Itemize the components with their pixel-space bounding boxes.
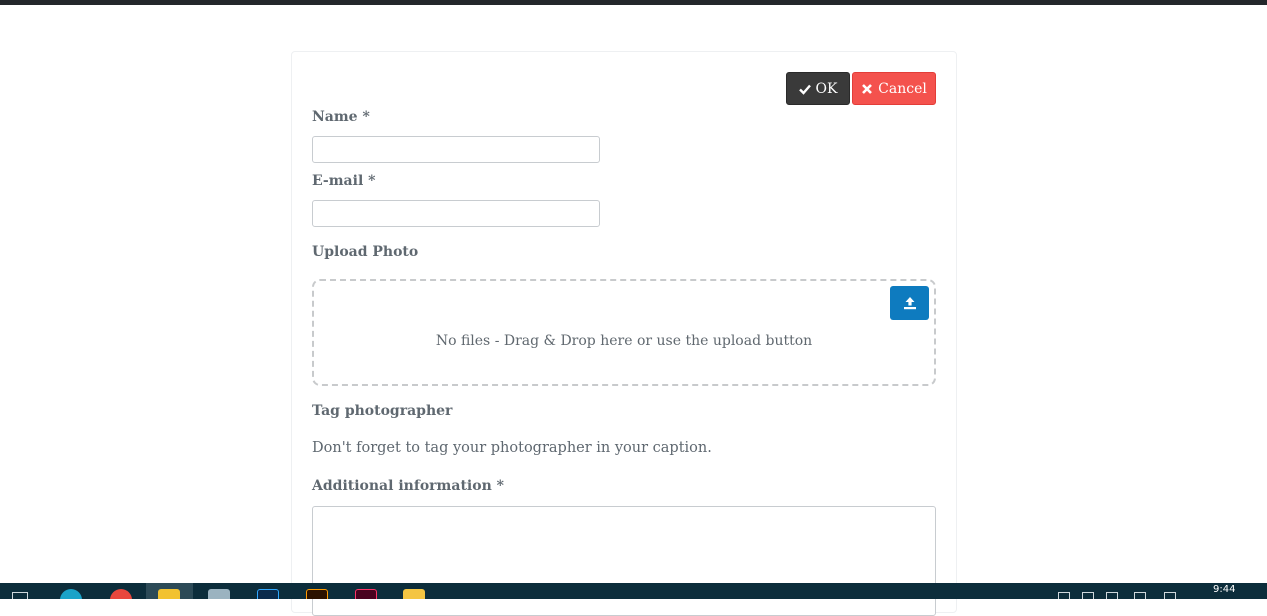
close-icon bbox=[862, 83, 873, 94]
dropzone-text: No files - Drag & Drop here or use the u… bbox=[435, 333, 813, 349]
upload-button[interactable] bbox=[890, 286, 929, 320]
indesign-icon[interactable] bbox=[355, 589, 377, 599]
ok-button-label: OK bbox=[815, 80, 838, 97]
tray-network-icon[interactable] bbox=[1058, 592, 1070, 599]
name-label: Name * bbox=[312, 109, 370, 125]
chrome-icon[interactable] bbox=[110, 589, 132, 599]
additional-information-label: Additional information * bbox=[312, 478, 504, 494]
upload-icon bbox=[903, 297, 916, 310]
notepad-icon[interactable] bbox=[208, 589, 230, 599]
tray-wifi-icon[interactable] bbox=[1106, 592, 1118, 599]
file-explorer-icon[interactable] bbox=[403, 589, 425, 599]
tray-notification-icon[interactable] bbox=[1082, 592, 1094, 599]
tag-photographer-label: Tag photographer bbox=[312, 403, 453, 419]
top-border bbox=[0, 0, 1267, 5]
cancel-button[interactable]: Cancel bbox=[852, 72, 936, 105]
photoshop-icon[interactable] bbox=[257, 589, 279, 599]
tray-volume-icon[interactable] bbox=[1134, 592, 1146, 599]
edge-icon[interactable] bbox=[60, 589, 82, 599]
taskbar: 9:44 bbox=[0, 583, 1267, 599]
tray-keyboard-icon[interactable] bbox=[1164, 592, 1176, 599]
email-field[interactable] bbox=[312, 200, 600, 227]
start-icon[interactable] bbox=[12, 592, 28, 599]
paint-icon[interactable] bbox=[158, 589, 180, 599]
email-label: E-mail * bbox=[312, 173, 376, 189]
check-icon bbox=[798, 84, 811, 95]
tag-photographer-text: Don't forget to tag your photographer in… bbox=[312, 440, 712, 456]
ok-button[interactable]: OK bbox=[786, 72, 850, 105]
upload-photo-label: Upload Photo bbox=[312, 244, 419, 260]
form-card: OK Cancel Name * E-mail * Upload Photo N… bbox=[291, 51, 957, 616]
taskbar-clock[interactable]: 9:44 bbox=[1213, 584, 1235, 595]
illustrator-icon[interactable] bbox=[306, 589, 328, 599]
name-field[interactable] bbox=[312, 136, 600, 163]
photo-dropzone[interactable]: No files - Drag & Drop here or use the u… bbox=[312, 279, 936, 386]
additional-information-field[interactable] bbox=[312, 506, 936, 616]
cancel-button-label: Cancel bbox=[878, 80, 927, 97]
